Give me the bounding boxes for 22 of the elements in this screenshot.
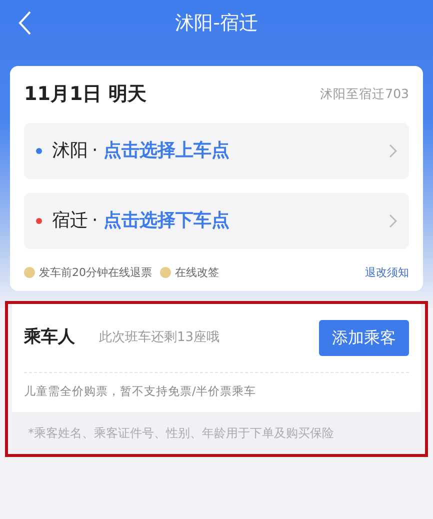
chevron-icon bbox=[389, 214, 397, 228]
stop-city: 沭阳 bbox=[52, 139, 88, 163]
separator-dot: · bbox=[92, 139, 98, 163]
passenger-label: 乘车人 bbox=[24, 326, 75, 350]
feature-note: 发车前20分钟在线退票 bbox=[39, 264, 152, 280]
stop-city: 宿迁 bbox=[52, 209, 88, 233]
back-icon[interactable] bbox=[18, 11, 32, 35]
stop-action: 点击选择上车点 bbox=[104, 139, 230, 163]
add-passenger-button[interactable]: 添加乘客 bbox=[319, 320, 409, 356]
chevron-icon bbox=[389, 144, 397, 158]
notice-link[interactable]: 退改须知 bbox=[365, 264, 409, 281]
trip-date: 11月1日 明天 bbox=[24, 82, 146, 107]
feature-note: 在线改签 bbox=[175, 264, 219, 280]
route-code: 沭阳至宿迁703 bbox=[320, 84, 409, 103]
separator-dot: · bbox=[92, 209, 98, 233]
stop-action: 点击选择下车点 bbox=[104, 209, 230, 233]
stop-selector[interactable]: 沭阳 · 点击选择上车点 bbox=[24, 122, 409, 178]
page-title: 沭阳-宿迁 bbox=[175, 11, 258, 36]
coin-icon bbox=[24, 267, 35, 278]
stop-selector[interactable]: 宿迁 · 点击选择下车点 bbox=[24, 192, 409, 248]
seats-remaining: 此次班车还剩13座哦 bbox=[99, 329, 220, 348]
coin-icon bbox=[160, 267, 171, 278]
